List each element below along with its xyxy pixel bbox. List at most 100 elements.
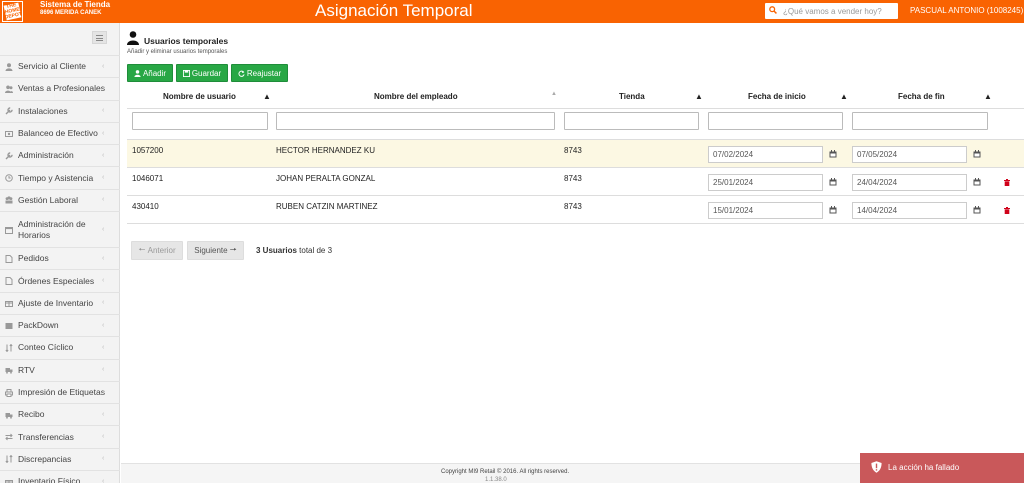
sidebar-nav: Servicio al Cliente ‹ Ventas a Profesional… — [0, 55, 120, 483]
chevron-left-icon: ‹ — [102, 62, 105, 70]
readjust-button[interactable]: Reajustar — [231, 64, 288, 82]
sidebar-item-label: Conteo Cíclico — [18, 342, 74, 353]
section-title: Usuarios temporales — [144, 36, 229, 46]
sidebar-item-administracion-de-horarios[interactable]: Administración de Horarios ‹ — [0, 211, 120, 247]
chevron-left-icon: ‹ — [102, 321, 105, 329]
page-title: Asignación Temporal — [315, 1, 473, 20]
sidebar-item-servicio-al-cliente[interactable]: Servicio al Cliente ‹ — [0, 55, 120, 77]
sidebar-item-packdown[interactable]: PackDown ‹ — [0, 313, 120, 336]
table-row[interactable]: 430410 RUBEN CATZIN MARTINEZ 8743 15/01/202… — [127, 196, 1024, 224]
sidebar-item-administracion[interactable]: Administración ‹ — [0, 144, 120, 166]
error-toast[interactable]: La acción ha fallado — [860, 453, 1024, 483]
trash-icon[interactable] — [1004, 207, 1010, 214]
sidebar-item-gestion-laboral[interactable]: Gestión Laboral ‹ — [0, 188, 120, 211]
sidebar-item-label: Órdenes Especiales — [18, 275, 95, 286]
column-header-start-date[interactable]: Fecha de inicio — [748, 92, 806, 101]
start-date-input[interactable]: 15/01/2024 — [708, 202, 823, 219]
sort-asc-icon[interactable]: ▲ — [551, 91, 557, 97]
logo-text: THE HOME DEPOT — [3, 2, 23, 21]
previous-page-button[interactable]: 🠔 Anterior — [131, 241, 183, 260]
sidebar-item-discrepancias[interactable]: Discrepancias ‹ — [0, 447, 120, 470]
add-button[interactable]: Añadir — [127, 64, 173, 82]
sidebar-item-ordenes-especiales[interactable]: Órdenes Especiales ‹ — [0, 269, 120, 291]
print-icon — [5, 388, 13, 397]
sidebar-item-transferencias[interactable]: Transferencias ‹ — [0, 425, 120, 447]
cell-store: 8743 — [564, 174, 582, 183]
exchange-icon — [5, 433, 13, 441]
user-menu[interactable]: PASCUAL ANTONIO (1008245) ˅ — [910, 6, 1024, 15]
column-header-username[interactable]: Nombre de usuario — [163, 92, 236, 101]
sidebar-item-label: Instalaciones — [18, 105, 68, 116]
calendar-icon[interactable] — [829, 206, 837, 214]
start-date-input[interactable]: 07/02/2024 — [708, 146, 823, 163]
calendar-icon[interactable] — [829, 150, 837, 158]
filter-end-date-input[interactable] — [852, 112, 988, 130]
sidebar-item-rtv[interactable]: RTV ‹ — [0, 358, 120, 381]
wrench-icon — [5, 107, 13, 115]
sidebar-item-tiempo-y-asistencia[interactable]: Tiempo y Asistencia ‹ — [0, 166, 120, 188]
previous-label: Anterior — [147, 246, 176, 255]
table-row[interactable]: 1057200 HECTOR HERNANDEZ KU 8743 07/02/2024… — [127, 140, 1024, 168]
box-icon — [5, 322, 13, 329]
sidebar: Servicio al Cliente ‹ Ventas a Profesional… — [0, 23, 120, 483]
sidebar-item-label: Ajuste de Inventario — [18, 297, 94, 308]
sidebar-item-label: Discrepancias — [18, 453, 72, 464]
shield-alert-icon — [871, 461, 882, 473]
end-date-input[interactable]: 24/04/2024 — [852, 174, 967, 191]
end-date-input[interactable]: 07/05/2024 — [852, 146, 967, 163]
filter-username-input[interactable] — [132, 112, 268, 130]
sidebar-item-conteo-ciclico[interactable]: Conteo Cíclico ‹ — [0, 336, 120, 358]
column-header-store[interactable]: Tienda — [619, 92, 645, 101]
file-icon — [5, 254, 13, 263]
sidebar-item-balanceo-de-efectivo[interactable]: Balanceo de Efectivo ‹ — [0, 121, 120, 144]
home-depot-logo[interactable]: THE HOME DEPOT — [2, 1, 23, 22]
sidebar-item-label: Tiempo y Asistencia — [18, 172, 94, 183]
next-page-button[interactable]: Siguiente 🠖 — [187, 241, 244, 260]
table-row[interactable]: 1046071 JOHAN PERALTA GONZAL 8743 25/01/202… — [127, 168, 1024, 196]
search-input[interactable] — [783, 5, 895, 17]
chevron-left-icon: ‹ — [102, 433, 105, 441]
calendar-icon[interactable] — [973, 206, 981, 214]
sidebar-item-inventario-fisico[interactable]: Inventario Físico ‹ — [0, 470, 120, 483]
calendar-icon[interactable] — [829, 178, 837, 186]
calendar-icon[interactable] — [973, 150, 981, 158]
search-icon[interactable] — [769, 6, 777, 14]
users-icon — [5, 85, 13, 93]
menu-toggle-button[interactable] — [92, 31, 107, 44]
end-date-input[interactable]: 14/04/2024 — [852, 202, 967, 219]
sidebar-item-label: Ventas a Profesionales — [18, 83, 105, 94]
sort-icon — [5, 455, 13, 464]
sort-icon[interactable]: ▲︎ — [840, 92, 848, 101]
sidebar-item-label: Administración — [18, 150, 74, 161]
sidebar-item-ajuste-de-inventario[interactable]: Ajuste de Inventario ‹ — [0, 291, 120, 314]
sidebar-item-recibo[interactable]: Recibo ‹ — [0, 403, 120, 425]
cell-username: 1057200 — [132, 146, 164, 155]
refresh-icon — [238, 70, 245, 77]
column-header-employee[interactable]: Nombre del empleado — [374, 92, 458, 101]
group-icon — [5, 196, 13, 204]
filter-start-date-input[interactable] — [708, 112, 843, 130]
save-button-label: Guardar — [191, 68, 222, 78]
chevron-left-icon: ‹ — [102, 388, 105, 396]
sort-icon[interactable]: ▲︎ — [695, 92, 703, 101]
filter-employee-input[interactable] — [276, 112, 555, 130]
sidebar-item-impresion-de-etiquetas[interactable]: Impresión de Etiquetas ‹ — [0, 380, 120, 403]
sidebar-item-label: PackDown — [18, 320, 59, 331]
hamburger-icon — [96, 35, 103, 36]
sort-icon[interactable]: ▲︎ — [984, 92, 992, 101]
start-date-input[interactable]: 25/01/2024 — [708, 174, 823, 191]
filter-store-input[interactable] — [564, 112, 699, 130]
save-button[interactable]: Guardar — [176, 64, 228, 82]
column-header-end-date[interactable]: Fecha de fin — [898, 92, 945, 101]
sidebar-item-pedidos[interactable]: Pedidos ‹ — [0, 247, 120, 269]
chevron-left-icon: ‹ — [102, 277, 105, 285]
store-name: 8696 MERIDA CANEK — [40, 10, 102, 16]
chevron-left-icon: ‹ — [102, 343, 105, 351]
sort-icon[interactable]: ▲︎ — [263, 92, 271, 101]
trash-icon[interactable] — [1004, 179, 1010, 186]
sidebar-item-instalaciones[interactable]: Instalaciones ‹ — [0, 99, 120, 122]
save-icon — [182, 69, 190, 77]
hamburger-icon — [96, 37, 103, 39]
sidebar-item-ventas-a-profesionales[interactable]: Ventas a Profesionales ‹ — [0, 77, 120, 99]
calendar-icon[interactable] — [973, 178, 981, 186]
